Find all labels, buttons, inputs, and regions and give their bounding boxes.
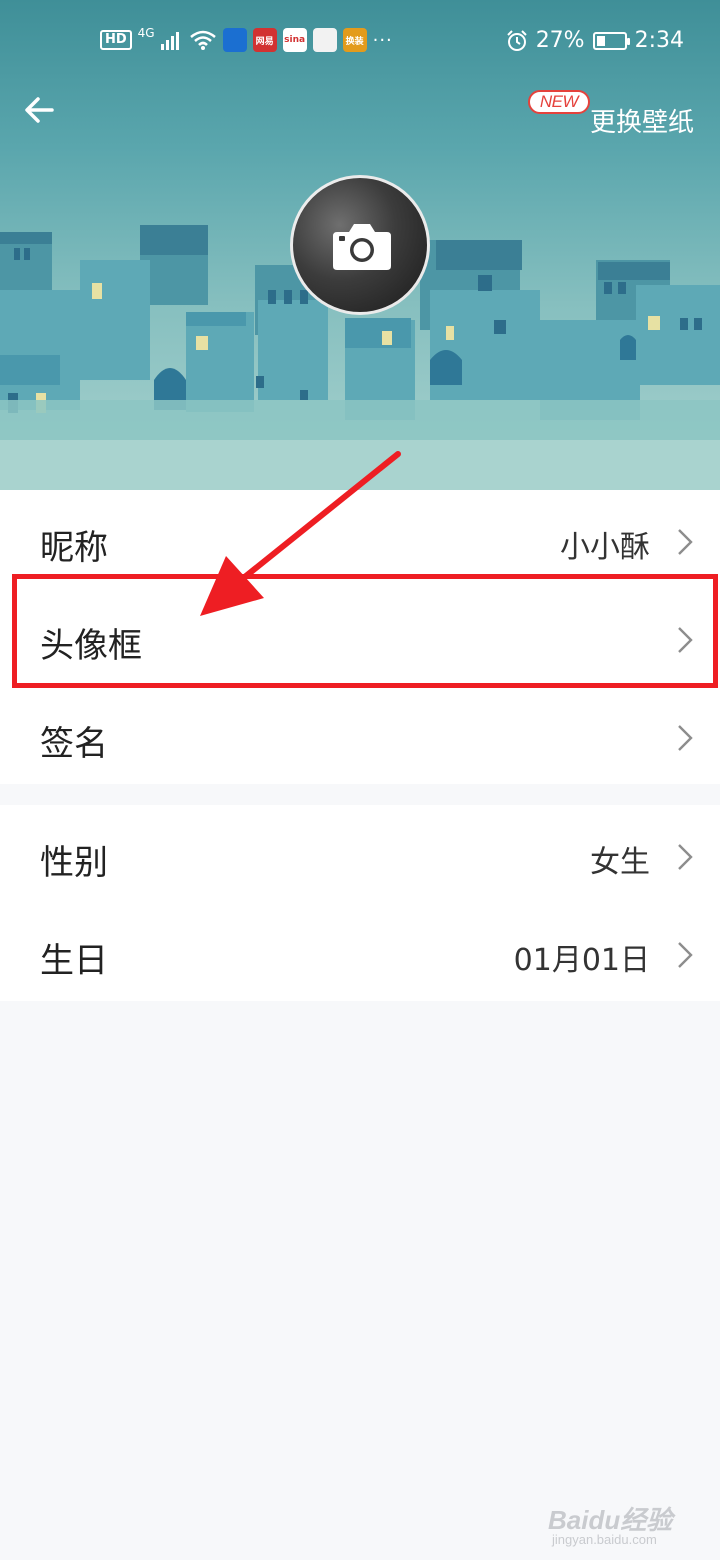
signature-row[interactable]: 签名: [0, 688, 720, 786]
status-bar: HD 4G 网易 sina 换装 ··· 27% 2:34: [0, 22, 720, 62]
network-type: 4G: [137, 26, 155, 40]
avatar-frame-label: 头像框: [40, 626, 142, 666]
signature-label: 签名: [40, 724, 108, 764]
battery-icon: [592, 31, 630, 50]
more-notifications-icon: ···: [372, 29, 393, 51]
birthday-value: 01月01日: [513, 943, 650, 978]
map-app-icon: [312, 28, 337, 52]
avatar-frame-row[interactable]: 头像框: [0, 590, 720, 688]
profile-header: HD 4G 网易 sina 换装 ··· 27% 2:34 NEW 更换壁纸: [0, 0, 720, 490]
nickname-label: 昵称: [40, 528, 108, 568]
birthday-label: 生日: [40, 941, 108, 981]
chevron-right-icon: [678, 529, 693, 555]
netease-app-icon: 网易: [252, 28, 277, 52]
chevron-right-icon: [678, 942, 693, 968]
signal-icon: [160, 32, 179, 50]
watermark-url: jingyan.baidu.com: [552, 1532, 657, 1547]
chevron-right-icon: [678, 627, 693, 653]
sina-app-icon: sina: [282, 28, 307, 52]
gender-row[interactable]: 性别 女生: [0, 807, 720, 905]
wifi-icon: [189, 30, 216, 50]
nickname-row[interactable]: 昵称 小小酥: [0, 492, 720, 590]
change-wallpaper-button[interactable]: 更换壁纸: [590, 102, 694, 139]
personal-info-group: 性别 女生 生日 01月01日: [0, 805, 720, 1001]
clock: 2:34: [634, 28, 684, 53]
gender-label: 性别: [40, 843, 108, 883]
back-arrow-icon[interactable]: [22, 92, 62, 128]
battery-percent: 27%: [535, 28, 585, 53]
alarm-icon: [506, 29, 527, 51]
profile-settings-group: 昵称 小小酥 头像框 签名: [0, 490, 720, 784]
avatar[interactable]: [290, 175, 430, 315]
huanle-app-icon: 换装: [342, 28, 367, 52]
new-badge: NEW: [528, 90, 590, 114]
chevron-right-icon: [678, 844, 693, 870]
shield-app-icon: [222, 28, 247, 52]
nickname-value: 小小酥: [560, 530, 650, 565]
chevron-right-icon: [678, 725, 693, 751]
birthday-row[interactable]: 生日 01月01日: [0, 905, 720, 1003]
hd-icon: HD: [100, 30, 132, 50]
gender-value: 女生: [590, 845, 650, 880]
status-left: HD 4G 网易 sina 换装 ···: [100, 26, 393, 52]
camera-icon: [333, 224, 391, 270]
status-right: 27% 2:34: [506, 28, 684, 53]
